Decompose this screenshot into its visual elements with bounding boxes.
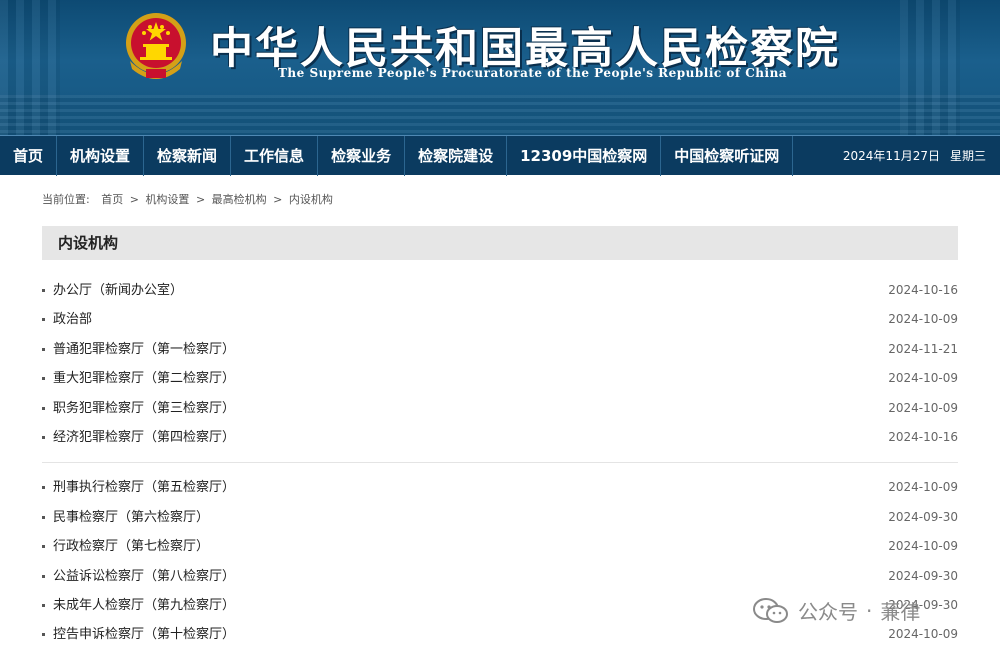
item-date: 2024-10-16 xyxy=(888,429,958,444)
header-banner: 中华人民共和国最高人民检察院 The Supreme People's Proc… xyxy=(0,0,1000,135)
department-link[interactable]: 公益诉讼检察厅（第八检察厅） xyxy=(53,562,235,591)
breadcrumb-organization[interactable]: 机构设置 xyxy=(145,193,189,206)
item-date: 2024-10-09 xyxy=(888,480,958,495)
nav-item-business[interactable]: 检察业务 xyxy=(318,135,406,176)
list-item: 民事检察厅（第六检察厅） 2024-09-30 xyxy=(42,503,958,532)
nav-item-home[interactable]: 首页 xyxy=(0,135,58,176)
bullet xyxy=(42,574,45,578)
bullet xyxy=(42,486,45,490)
section-title: 内设机构 xyxy=(42,226,958,260)
weekday-text: 星期三 xyxy=(949,149,986,163)
bullet xyxy=(42,289,45,292)
bullet xyxy=(42,435,45,439)
department-link[interactable]: 行政检察厅（第七检察厅） xyxy=(53,532,209,561)
item-date: 2024-10-16 xyxy=(888,283,958,297)
list-item: 普通犯罪检察厅（第一检察厅） 2024-11-21 xyxy=(42,335,958,364)
bullet xyxy=(42,545,45,549)
nav-item-hearing[interactable]: 中国检察听证网 xyxy=(661,135,794,176)
breadcrumb-separator: > xyxy=(195,193,206,206)
main-content: 当前位置: 首页 > 机构设置 > 最高检机构 > 内设机构 内设机构 办公厅（… xyxy=(42,175,958,650)
item-date: 2024-10-09 xyxy=(888,371,958,386)
item-date: 2024-10-09 xyxy=(888,312,958,327)
wechat-icon xyxy=(753,597,788,623)
department-link[interactable]: 未成年人检察厅（第九检察厅） xyxy=(53,591,235,620)
list-item: 重大犯罪检察厅（第二检察厅） 2024-10-09 xyxy=(42,364,958,393)
breadcrumb-label: 当前位置: xyxy=(42,193,90,206)
list-item: 政治部 2024-10-09 xyxy=(42,305,958,334)
list-item: 刑事执行检察厅（第五检察厅） 2024-10-09 xyxy=(42,473,958,502)
item-date: 2024-11-21 xyxy=(888,341,958,356)
bullet xyxy=(42,347,45,351)
breadcrumb: 当前位置: 首页 > 机构设置 > 最高检机构 > 内设机构 xyxy=(42,191,958,207)
breadcrumb-spp[interactable]: 最高检机构 xyxy=(212,193,267,206)
department-link[interactable]: 民事检察厅（第六检察厅） xyxy=(53,503,209,532)
department-link[interactable]: 职务犯罪检察厅（第三检察厅） xyxy=(53,394,235,423)
watermark-text: 公众号 xyxy=(798,600,858,624)
list-divider xyxy=(42,462,958,464)
nav-item-construction[interactable]: 检察院建设 xyxy=(405,135,508,176)
department-link[interactable]: 刑事执行检察厅（第五检察厅） xyxy=(53,473,235,502)
list-item: 经济犯罪检察厅（第四检察厅） 2024-10-16 xyxy=(42,423,958,452)
item-date: 2024-09-30 xyxy=(888,568,958,583)
bullet xyxy=(42,515,45,519)
nav-item-organization[interactable]: 机构设置 xyxy=(57,135,145,176)
nav-item-12309[interactable]: 12309中国检察网 xyxy=(507,135,662,176)
department-list-1: 办公厅（新闻办公室） 2024-10-16 政治部 2024-10-09 普通犯罪检… xyxy=(42,276,958,452)
list-item: 办公厅（新闻办公室） 2024-10-16 xyxy=(42,276,958,305)
department-link[interactable]: 普通犯罪检察厅（第一检察厅） xyxy=(53,335,235,364)
current-date: 2024年11月27日 星期三 xyxy=(833,147,1000,164)
bullet xyxy=(42,318,45,322)
department-link[interactable]: 办公厅（新闻办公室） xyxy=(53,276,183,305)
department-link[interactable]: 政治部 xyxy=(53,305,92,334)
nav-item-work-info[interactable]: 工作信息 xyxy=(231,135,319,176)
nav-item-news[interactable]: 检察新闻 xyxy=(144,135,232,176)
item-date: 2024-09-30 xyxy=(888,509,958,524)
bullet xyxy=(42,633,45,637)
bullet xyxy=(42,603,45,607)
national-emblem-icon xyxy=(126,13,186,79)
list-item: 公益诉讼检察厅（第八检察厅） 2024-09-30 xyxy=(42,562,958,591)
banner-decoration xyxy=(0,95,1000,135)
breadcrumb-separator: > xyxy=(273,193,283,206)
department-link[interactable]: 重大犯罪检察厅（第二检察厅） xyxy=(53,364,235,393)
breadcrumb-current: 内设机构 xyxy=(288,193,333,206)
watermark: 公众号 · 蒹律 xyxy=(752,596,920,625)
site-subtitle: The Supreme People's Procuratorate of th… xyxy=(278,66,788,80)
date-text: 2024年11月27日 xyxy=(842,149,940,163)
main-nav: 首页 机构设置 检察新闻 工作信息 检察业务 检察院建设 12309中国检察网 … xyxy=(0,135,1000,176)
list-item: 行政检察厅（第七检察厅） 2024-10-09 xyxy=(42,532,958,561)
bullet xyxy=(42,406,45,410)
department-link[interactable]: 控告申诉检察厅（第十检察厅） xyxy=(53,620,235,649)
item-date: 2024-10-09 xyxy=(888,400,958,415)
department-link[interactable]: 经济犯罪检察厅（第四检察厅） xyxy=(53,423,235,452)
watermark-separator: · xyxy=(866,598,873,623)
breadcrumb-separator: > xyxy=(129,193,139,206)
bullet xyxy=(42,377,45,381)
list-item: 职务犯罪检察厅（第三检察厅） 2024-10-09 xyxy=(42,394,958,423)
watermark-author: 蒹律 xyxy=(880,600,921,624)
breadcrumb-home[interactable]: 首页 xyxy=(101,193,123,206)
item-date: 2024-10-09 xyxy=(888,539,958,554)
